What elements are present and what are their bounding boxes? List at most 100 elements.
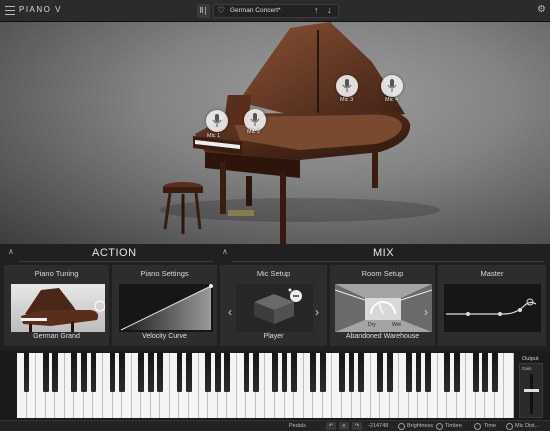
mic-1-label: Mic 1 [207,133,221,139]
mic-setup-name: Player [263,333,284,340]
black-key[interactable] [425,353,431,392]
timbre-label: Timbre [445,423,462,429]
mic-1-button[interactable] [206,110,228,132]
gain-slider[interactable]: Gain [519,363,543,418]
mic-position-image [236,284,313,332]
output-label: Output [522,356,539,362]
black-key[interactable] [42,353,49,392]
pedals-label[interactable]: Pedals [289,423,306,429]
next-preset-icon[interactable]: ↓ [327,5,332,15]
black-key[interactable] [377,353,384,392]
black-key[interactable] [138,353,145,392]
black-key[interactable] [405,353,412,392]
collapse-mix-icon[interactable]: ∧ [222,247,228,256]
black-key[interactable] [147,353,154,392]
piano-model-name: German Grand [33,333,80,340]
black-key[interactable] [444,353,450,392]
mic-next-chevron-icon[interactable]: › [315,305,319,319]
black-key[interactable] [253,353,259,392]
keyboard-area: Output Gain [0,351,550,420]
redo-icon[interactable]: ↷ [352,422,362,430]
black-key[interactable] [157,353,164,392]
mic-distance-label: Mic Dist... [515,423,540,429]
black-key[interactable] [472,353,479,392]
black-key[interactable] [291,353,298,392]
black-key[interactable] [310,353,317,392]
piano-keyboard[interactable] [17,353,514,418]
black-key[interactable] [348,353,355,392]
library-icon[interactable]: Ⅱ∣ [197,4,210,18]
master-eq-graph[interactable] [444,284,541,332]
black-key[interactable] [224,353,231,392]
room-image: Dry Wet [334,284,433,332]
piano-model-thumbnail[interactable] [11,284,106,332]
black-key[interactable] [214,353,221,392]
preset-selector[interactable]: ♡ German Concert* ↑ ↓ [213,4,339,18]
black-key[interactable] [358,353,364,392]
mic-2-label: Mic 2 [247,129,261,135]
brightness-knob-icon[interactable] [398,423,405,430]
app-title: PIANO V [19,5,62,14]
microphone-icon [250,113,260,126]
piano-settings-title: Piano Settings [140,269,189,278]
black-key[interactable] [109,353,116,392]
black-key[interactable] [243,353,250,392]
mix-divider [232,261,544,262]
gain-handle[interactable] [524,388,539,392]
mic-prev-chevron-icon[interactable]: ‹ [228,305,232,319]
warehouse-photo [334,284,433,332]
microphone-icon [212,114,222,127]
black-key[interactable] [492,353,498,392]
gear-icon[interactable]: ⚙ [537,4,546,15]
mic-4-label: Mic 4 [385,97,399,103]
mic-distance-knob-icon[interactable] [506,423,513,430]
previous-preset-icon[interactable]: ↑ [314,5,319,15]
velocity-curve-graph[interactable] [119,284,213,332]
black-key[interactable] [81,353,87,392]
black-key[interactable] [339,353,345,392]
microphone-icon [387,79,397,92]
brightness-label: Brightness [407,423,433,429]
black-key[interactable] [186,353,192,392]
black-key[interactable] [415,353,422,392]
velocity-curve-label: Velocity Curve [142,333,187,340]
master-panel[interactable]: Master [437,264,547,347]
black-key[interactable] [319,353,326,392]
black-key[interactable] [71,353,78,392]
black-key[interactable] [272,353,278,392]
piano-tuning-title: Piano Tuning [34,269,79,278]
black-key[interactable] [453,353,460,392]
grand-piano-thumbnail-image [21,288,106,332]
collapse-action-icon[interactable]: ∧ [8,247,14,256]
action-section-title: ACTION [92,247,137,259]
room-setup-panel[interactable]: Room Setup ‹ Dry Wet › Abandoned Warehou… [329,264,436,347]
undo-icon[interactable]: ↶ [326,422,336,430]
black-key[interactable] [119,353,125,392]
hamburger-menu-icon[interactable] [5,6,15,15]
time-label: Time [484,423,497,429]
piano-settings-panel[interactable]: Piano Settings Velocity Curve [111,264,218,347]
black-key[interactable] [386,353,393,392]
piano-tuning-panel[interactable]: Piano Tuning German Grand [3,264,110,347]
velocity-curve-image [120,284,213,331]
black-key[interactable] [482,353,489,392]
black-key[interactable] [205,353,212,392]
mic-4-button[interactable] [381,75,403,97]
mic-2-button[interactable] [244,109,266,131]
black-key[interactable] [52,353,59,392]
time-knob-icon[interactable] [474,423,481,430]
black-key[interactable] [281,353,288,392]
black-key[interactable] [90,353,97,392]
heart-icon[interactable]: ♡ [217,5,225,16]
room-setup-title: Room Setup [361,269,404,278]
white-key[interactable] [504,353,514,418]
list-icon[interactable]: ≡ [339,422,349,430]
gain-track [530,374,533,414]
room-next-chevron-icon[interactable]: › [424,305,428,319]
mic-setup-panel[interactable]: Mic Setup ‹ › Player [219,264,328,347]
mic-3-button[interactable] [336,75,358,97]
black-key[interactable] [176,353,183,392]
piano-stage: Mic 1 Mic 2 Mic 3 Mic 4 [0,22,550,244]
timbre-knob-icon[interactable] [436,423,443,430]
black-key[interactable] [23,353,30,392]
